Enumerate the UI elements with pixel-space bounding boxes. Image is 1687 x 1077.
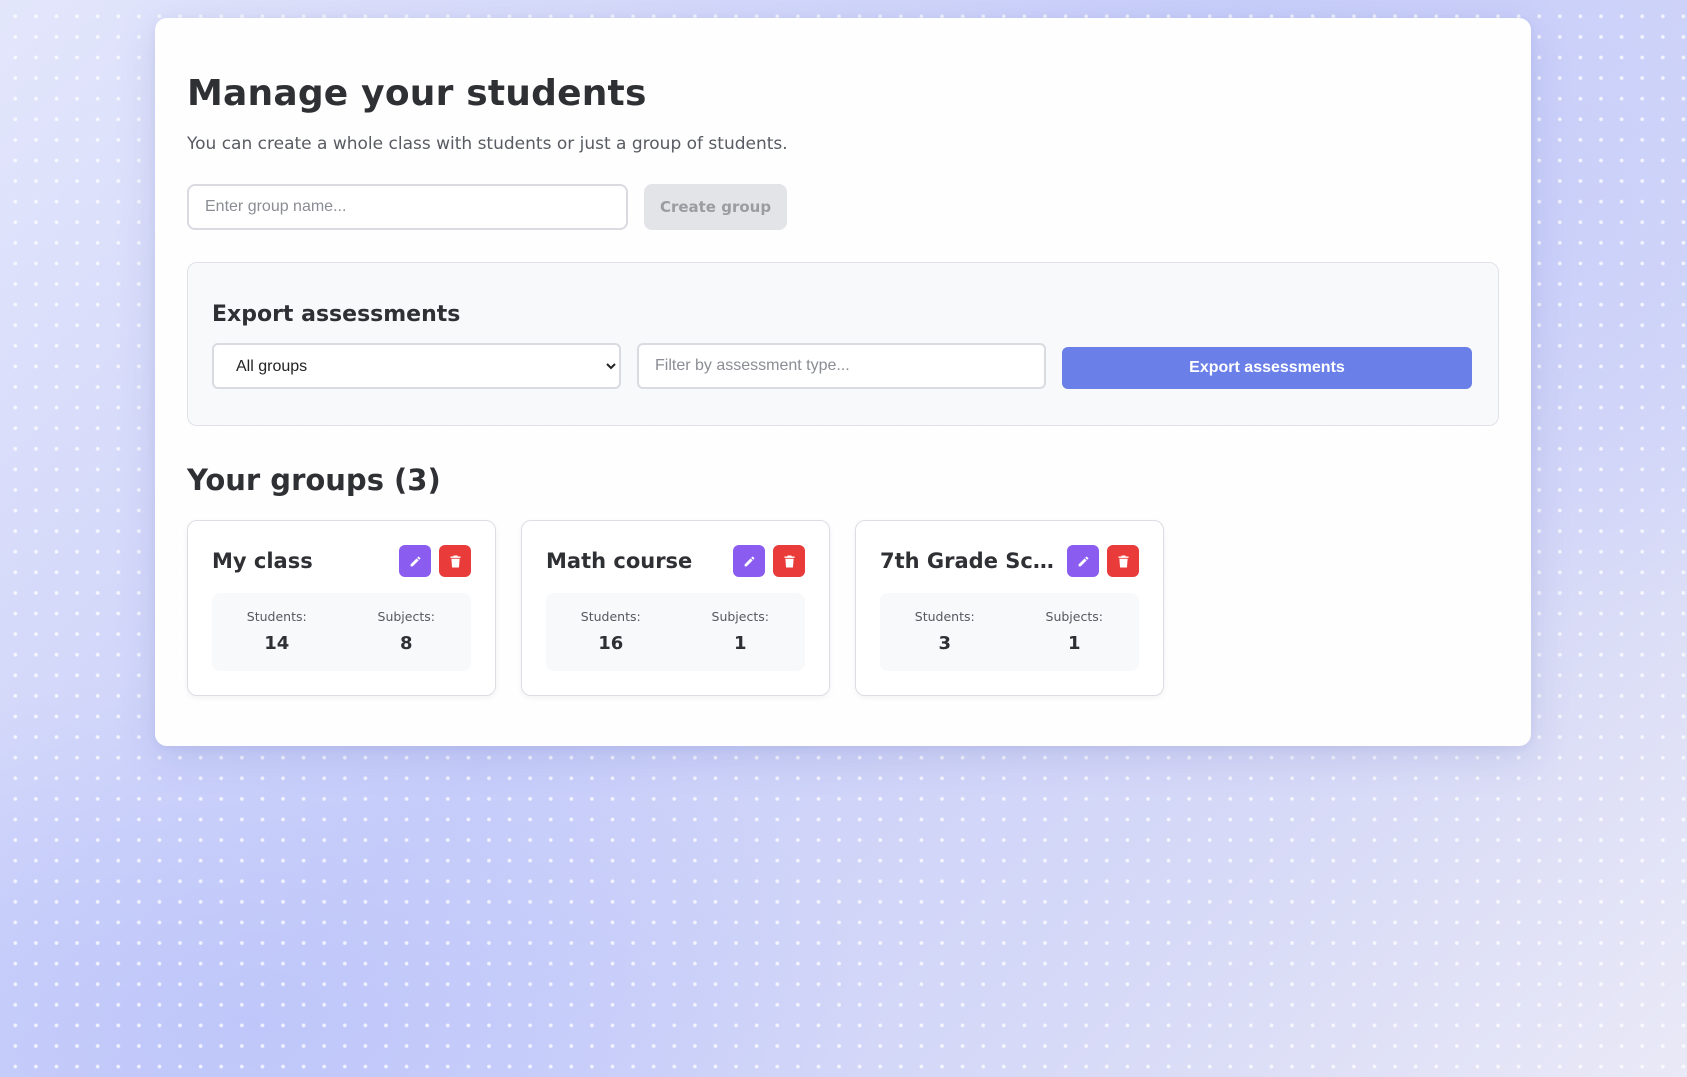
assessment-type-filter-input[interactable] — [637, 343, 1046, 389]
group-card-actions — [733, 545, 805, 577]
group-card-header: Math course — [546, 545, 805, 577]
export-assessments-section: Export assessments All groups Export ass… — [187, 262, 1499, 426]
page-title: Manage your students — [187, 73, 647, 114]
students-label: Students: — [580, 609, 641, 624]
export-section-title: Export assessments — [212, 302, 461, 327]
delete-group-button[interactable] — [439, 545, 471, 577]
group-card-header: 7th Grade Scie... — [880, 545, 1139, 577]
create-group-button[interactable]: Create group — [644, 184, 787, 230]
pencil-icon — [410, 556, 420, 566]
students-count: 3 — [938, 633, 952, 654]
delete-group-button[interactable] — [1107, 545, 1139, 577]
edit-group-button[interactable] — [1067, 545, 1099, 577]
subjects-stat: Subjects: 8 — [342, 593, 472, 671]
edit-group-button[interactable] — [399, 545, 431, 577]
subjects-label: Subjects: — [377, 609, 435, 624]
subjects-count: 8 — [399, 633, 413, 654]
group-cards-list: My class Students: 14 Subjects: 8 Math c… — [187, 520, 1499, 696]
group-card-name: Math course — [546, 549, 693, 573]
group-card-stats: Students: 16 Subjects: 1 — [546, 593, 805, 671]
students-label: Students: — [246, 609, 307, 624]
export-controls-row: All groups Export assessments — [212, 343, 1474, 389]
delete-group-button[interactable] — [773, 545, 805, 577]
group-card-name: My class — [212, 549, 313, 573]
students-count: 16 — [598, 633, 624, 654]
group-card-stats: Students: 3 Subjects: 1 — [880, 593, 1139, 671]
group-card-name: 7th Grade Scie... — [880, 549, 1060, 573]
subjects-count: 1 — [733, 633, 747, 654]
group-card[interactable]: Math course Students: 16 Subjects: 1 — [521, 520, 830, 696]
subjects-stat: Subjects: 1 — [676, 593, 806, 671]
subjects-label: Subjects: — [711, 609, 769, 624]
group-card-actions — [399, 545, 471, 577]
group-card-header: My class — [212, 545, 471, 577]
pencil-icon — [1078, 556, 1088, 566]
subjects-stat: Subjects: 1 — [1010, 593, 1140, 671]
group-card-actions — [1067, 545, 1139, 577]
students-count: 14 — [264, 633, 290, 654]
group-filter-select[interactable]: All groups — [212, 343, 621, 389]
group-card[interactable]: My class Students: 14 Subjects: 8 — [187, 520, 496, 696]
students-stat: Students: 14 — [212, 593, 342, 671]
students-label: Students: — [914, 609, 975, 624]
edit-group-button[interactable] — [733, 545, 765, 577]
main-panel: Manage your students You can create a wh… — [155, 18, 1531, 746]
export-assessments-button[interactable]: Export assessments — [1062, 347, 1472, 389]
page-subtitle: You can create a whole class with studen… — [187, 134, 788, 154]
group-card[interactable]: 7th Grade Scie... Students: 3 Subjects: — [855, 520, 1164, 696]
subjects-count: 1 — [1067, 633, 1081, 654]
trash-icon — [449, 555, 461, 567]
group-card-stats: Students: 14 Subjects: 8 — [212, 593, 471, 671]
group-name-input[interactable] — [187, 184, 628, 230]
create-group-row: Create group — [187, 184, 1499, 230]
pencil-icon — [744, 556, 754, 566]
groups-heading: Your groups (3) — [187, 463, 441, 497]
students-stat: Students: 3 — [880, 593, 1010, 671]
students-stat: Students: 16 — [546, 593, 676, 671]
trash-icon — [783, 555, 795, 567]
subjects-label: Subjects: — [1045, 609, 1103, 624]
trash-icon — [1117, 555, 1129, 567]
